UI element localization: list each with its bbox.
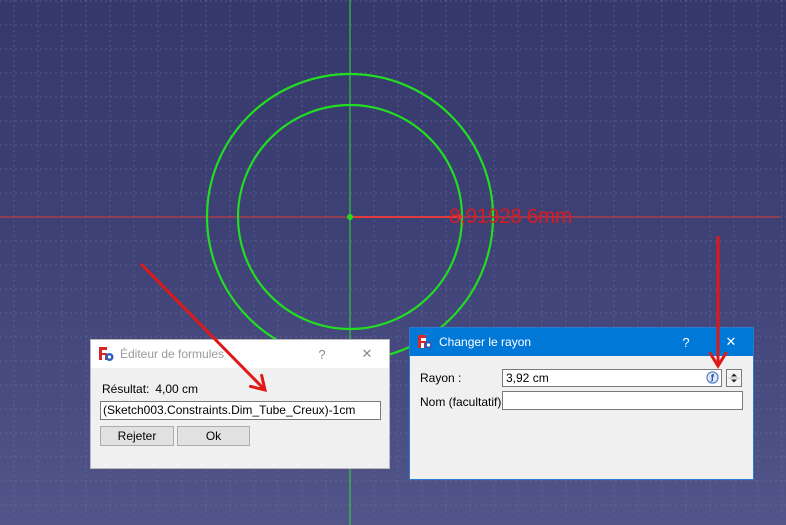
radius-label: Rayon : bbox=[420, 371, 462, 385]
change-radius-title: Changer le rayon bbox=[439, 335, 532, 349]
center-point bbox=[347, 214, 353, 220]
freecad-icon bbox=[418, 335, 433, 349]
radius-input[interactable]: 3,92 cm ƒ bbox=[502, 369, 722, 387]
radius-spinbox[interactable] bbox=[726, 369, 742, 387]
formula-editor-dialog: Éditeur de formules ? ✕ Résultat: 4,00 cm… bbox=[90, 339, 390, 469]
svg-text:ƒ: ƒ bbox=[710, 373, 715, 382]
help-button[interactable]: ? bbox=[302, 340, 342, 368]
reject-button[interactable]: Rejeter bbox=[100, 426, 174, 446]
formula-editor-title: Éditeur de formules bbox=[120, 347, 225, 361]
freecad-icon bbox=[99, 347, 114, 361]
close-button[interactable]: ✕ bbox=[711, 328, 751, 356]
ok-button[interactable]: Ok bbox=[177, 426, 250, 446]
name-input[interactable] bbox=[502, 391, 743, 410]
expression-icon[interactable]: ƒ bbox=[706, 371, 719, 384]
result-value: 4,00 cm bbox=[155, 382, 199, 396]
radius-value: 3,92 cm bbox=[506, 371, 549, 385]
formula-editor-titlebar[interactable]: Éditeur de formules ? ✕ bbox=[91, 340, 389, 368]
name-label: Nom (facultatif) bbox=[420, 395, 502, 409]
change-radius-titlebar[interactable]: Changer le rayon ? ✕ bbox=[410, 328, 753, 356]
dimension-label[interactable]: 8,91928 6mm bbox=[449, 205, 572, 229]
result-row: Résultat: 4,00 cm bbox=[102, 382, 204, 396]
spin-up-icon bbox=[731, 373, 737, 377]
change-radius-dialog: Changer le rayon ? ✕ Rayon : 3,92 cm ƒ N… bbox=[409, 327, 754, 480]
expression-input[interactable]: (Sketch003.Constraints.Dim_Tube_Creux)-1… bbox=[100, 401, 381, 420]
help-button[interactable]: ? bbox=[666, 328, 706, 356]
close-button[interactable]: ✕ bbox=[347, 340, 387, 368]
spin-down-icon bbox=[731, 379, 737, 383]
result-label: Résultat: bbox=[102, 382, 150, 396]
